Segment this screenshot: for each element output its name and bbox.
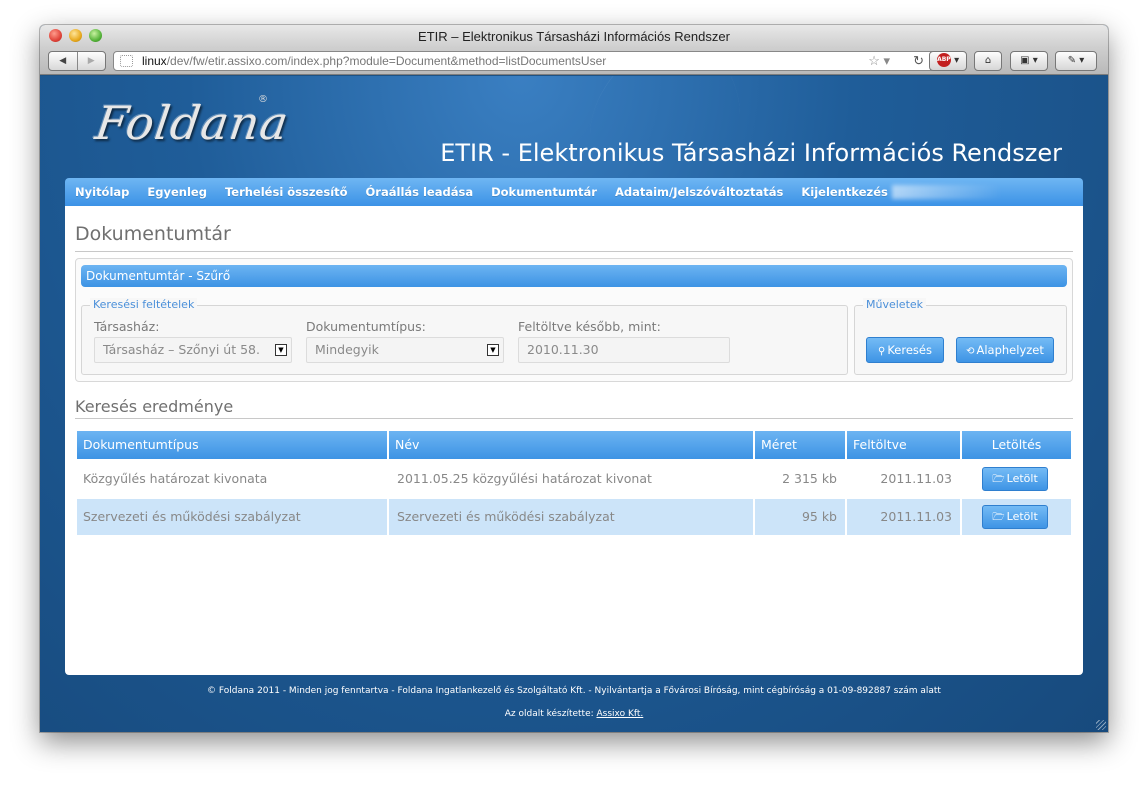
adblock-icon: ABP bbox=[936, 53, 951, 67]
forward-arrow-icon[interactable]: ▶ bbox=[76, 52, 106, 70]
browser-window: ETIR – Elektronikus Társasházi Informáci… bbox=[40, 25, 1108, 732]
column-header-size[interactable]: Méret bbox=[755, 431, 845, 459]
adblock-button[interactable]: ABP ▾ bbox=[929, 51, 967, 71]
filter-header: Dokumentumtár - Szűrő bbox=[81, 265, 1067, 287]
footer-credits-prefix: Az oldalt készítette: bbox=[504, 709, 597, 719]
row-download-cell: 🗁 Letölt bbox=[962, 461, 1071, 497]
title-bar: ETIR – Elektronikus Társasházi Informáci… bbox=[40, 25, 1108, 75]
doctype-label: Dokumentumtípus: bbox=[306, 319, 426, 334]
uploaded-after-input[interactable]: 2010.11.30 bbox=[518, 337, 730, 363]
row-doctype: Közgyűlés határozat kivonata bbox=[83, 471, 268, 486]
house-label: Társasház: bbox=[94, 319, 160, 334]
row-size: 95 kb bbox=[755, 499, 845, 535]
chevron-down-icon: ▼ bbox=[275, 344, 287, 356]
footer-credits: Az oldalt készítette: Assixo Kft. bbox=[40, 709, 1108, 719]
blurred-username bbox=[891, 185, 1002, 199]
url-path: /dev/fw/etir.assixo.com/index.php?module… bbox=[166, 54, 607, 68]
folder-open-icon: 🗁 bbox=[992, 512, 1005, 523]
house-select-value: Társasház – Szőnyi út 58. bbox=[103, 342, 260, 357]
row-uploaded: 2011.11.03 bbox=[847, 499, 960, 535]
menu-item-terhelesi-osszesito[interactable]: Terhelési összesítő bbox=[225, 185, 348, 199]
results-divider bbox=[75, 418, 1073, 419]
search-criteria-legend: Keresési feltételek bbox=[90, 298, 198, 311]
column-header-uploaded[interactable]: Feltöltve bbox=[847, 431, 960, 459]
back-arrow-icon[interactable]: ◀ bbox=[49, 52, 77, 70]
main-menu: Nyitólap Egyenleg Terhelési összesítő Ór… bbox=[65, 178, 1083, 206]
title-divider bbox=[75, 251, 1073, 252]
row-size: 2 315 kb bbox=[782, 471, 837, 486]
search-icon: ⚲ bbox=[878, 346, 886, 357]
page-icon bbox=[120, 55, 133, 67]
row-download-cell: 🗁 Letölt bbox=[962, 499, 1071, 535]
filter-panel: Dokumentumtár - Szűrő Keresési feltétele… bbox=[75, 258, 1073, 382]
column-header-download: Letöltés bbox=[962, 431, 1071, 459]
wrench-icon: ✎ bbox=[1067, 55, 1077, 66]
home-button[interactable]: ⌂ bbox=[974, 51, 1002, 71]
menu-item-nyitolap[interactable]: Nyitólap bbox=[75, 185, 129, 199]
row-doctype: Szervezeti és működési szabályzat bbox=[77, 499, 387, 535]
window-title: ETIR – Elektronikus Társasházi Informáci… bbox=[418, 29, 730, 44]
star-icon[interactable]: ☆ ▾ bbox=[868, 52, 890, 70]
menu-item-oraallas-leadasa[interactable]: Óraállás leadása bbox=[366, 185, 474, 199]
logo-registered-mark: ® bbox=[258, 94, 268, 105]
bookmark-icon: ▣ bbox=[1020, 55, 1030, 66]
refresh-icon: ⟲ bbox=[966, 346, 975, 357]
footer-copyright: © Foldana 2011 - Minden jog fenntartva -… bbox=[207, 686, 941, 696]
search-button-label: Keresés bbox=[887, 343, 932, 357]
url-host: linux bbox=[142, 54, 167, 68]
table-row: Szervezeti és működési szabályzat Szerve… bbox=[77, 499, 1071, 535]
house-select[interactable]: Társasház – Szőnyi út 58. ▼ bbox=[94, 337, 292, 363]
doctype-select-value: Mindegyik bbox=[315, 342, 379, 357]
row-name: Szervezeti és működési szabályzat bbox=[389, 499, 753, 535]
reset-button[interactable]: ⟲ Alaphelyzet bbox=[956, 337, 1054, 363]
page-body: Foldana ® ETIR - Elektronikus Társasházi… bbox=[40, 76, 1108, 732]
table-row: Közgyűlés határozat kivonata 2011.05.25 … bbox=[77, 461, 1071, 497]
download-button[interactable]: 🗁 Letölt bbox=[982, 505, 1048, 529]
row-name: 2011.05.25 közgyűlési határozat kivonat bbox=[397, 471, 652, 486]
menu-item-adataim[interactable]: Adataim/Jelszóváltoztatás bbox=[615, 185, 783, 199]
folder-open-icon: 🗁 bbox=[992, 474, 1005, 485]
home-icon: ⌂ bbox=[984, 55, 992, 66]
address-bar[interactable]: linux/dev/fw/etir.assixo.com/index.php?m… bbox=[113, 51, 935, 71]
reset-button-label: Alaphelyzet bbox=[976, 343, 1044, 357]
results-title: Keresés eredménye bbox=[75, 397, 234, 416]
search-criteria-fieldset: Keresési feltételek Társasház: Társasház… bbox=[81, 298, 848, 375]
footer-assixo-link[interactable]: Assixo Kft. bbox=[597, 709, 644, 719]
chevron-down-icon: ▼ bbox=[487, 344, 499, 356]
uploaded-after-label: Feltöltve később, mint: bbox=[518, 319, 661, 334]
download-button-label: Letölt bbox=[1006, 472, 1038, 485]
table-header-row: Dokumentumtípus Név Méret Feltöltve Letö… bbox=[77, 431, 1071, 459]
resize-grip-icon[interactable] bbox=[1096, 720, 1106, 730]
menu-item-egyenleg[interactable]: Egyenleg bbox=[147, 185, 207, 199]
bookmarks-button[interactable]: ▣ ▾ bbox=[1010, 51, 1048, 71]
extensions-button[interactable]: ✎ ▾ bbox=[1055, 51, 1097, 71]
main-content: Dokumentumtár Dokumentumtár - Szűrő Kere… bbox=[65, 206, 1083, 675]
reload-icon[interactable]: ↻ bbox=[913, 52, 924, 70]
download-button[interactable]: 🗁 Letölt bbox=[982, 467, 1048, 491]
actions-fieldset: Műveletek ⚲ Keresés ⟲ Alaphelyzet bbox=[854, 298, 1067, 375]
download-button-label: Letölt bbox=[1006, 510, 1038, 523]
row-uploaded: 2011.11.03 bbox=[880, 471, 952, 486]
page-title: Dokumentumtár bbox=[75, 223, 231, 245]
search-button[interactable]: ⚲ Keresés bbox=[866, 337, 944, 363]
column-header-name[interactable]: Név bbox=[389, 431, 753, 459]
column-header-doctype[interactable]: Dokumentumtípus bbox=[77, 431, 387, 459]
doctype-select[interactable]: Mindegyik ▼ bbox=[306, 337, 504, 363]
actions-legend: Műveletek bbox=[863, 298, 927, 311]
site-title: ETIR - Elektronikus Társasházi Informáci… bbox=[440, 139, 1062, 167]
back-forward-buttons: ◀ ▶ bbox=[48, 51, 106, 71]
menu-item-dokumentumtar[interactable]: Dokumentumtár bbox=[491, 185, 597, 199]
menu-item-kijelentkezes[interactable]: Kijelentkezés bbox=[801, 185, 888, 199]
